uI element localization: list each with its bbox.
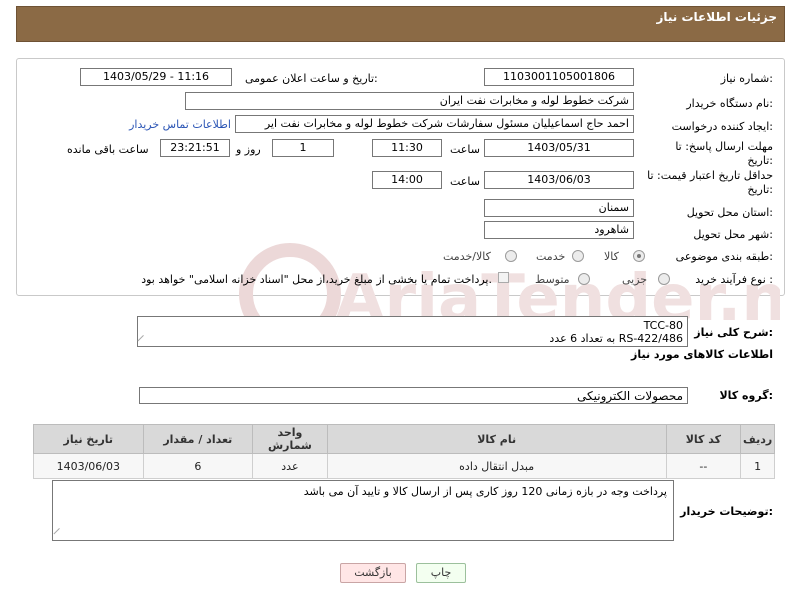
- creator-label: ایجاد کننده درخواست:: [671, 120, 773, 133]
- summary-textarea[interactable]: TCC-80 RS-422/486 به تعداد 6 عدد: [137, 316, 688, 347]
- reply-deadline-label-2: تاریخ:: [747, 154, 773, 167]
- category-radio-service[interactable]: [572, 250, 584, 262]
- cell-name: مبدل انتقال داده: [326, 453, 667, 479]
- price-date-field: 1403/06/03: [484, 171, 634, 189]
- days-field: 1: [272, 139, 334, 157]
- category-radio-goods-service[interactable]: [505, 250, 517, 262]
- city-field: شاهرود: [484, 221, 634, 239]
- buyer-notes-label: توضیحات خریدار:: [680, 505, 773, 518]
- col-row-header: ردیف: [740, 424, 775, 454]
- purchase-type-label: نوع فرآیند خرید :: [695, 273, 773, 286]
- reply-date-field: 1403/05/31: [484, 139, 634, 157]
- purchase-radio-medium[interactable]: [578, 273, 590, 285]
- cell-need-date: 1403/06/03: [33, 453, 144, 479]
- need-number-label: شماره نیاز:: [720, 72, 773, 85]
- city-label: شهر محل تحویل:: [693, 228, 773, 241]
- col-unit-header: واحد شمارش: [252, 424, 328, 454]
- days-label: روز و: [236, 143, 261, 156]
- province-field: سمنان: [484, 199, 634, 217]
- remaining-time-label: ساعت باقی مانده: [67, 143, 149, 156]
- buyer-contact-link[interactable]: اطلاعات تماس خریدار: [129, 118, 231, 131]
- treasury-payment-note: پرداخت تمام یا بخشی از مبلغ خرید،از محل …: [141, 273, 492, 286]
- col-qty-header: تعداد / مقدار: [142, 424, 254, 454]
- col-name-header: نام کالا: [326, 424, 667, 454]
- cell-code: --: [665, 453, 742, 479]
- announce-field: 1403/05/29 - 11:16: [80, 68, 232, 86]
- creator-field: احمد حاج اسماعیلیان مسئول سفارشات شرکت خ…: [235, 115, 634, 133]
- buyer-notes-textarea[interactable]: پرداخت وجه در بازه زمانی 120 روز کاری پس…: [52, 480, 674, 541]
- summary-line-1: TCC-80: [643, 319, 683, 332]
- goods-group-label: گروه کالا:: [719, 389, 773, 402]
- cell-row-number: 1: [740, 453, 775, 479]
- reply-time-label: ساعت: [450, 143, 480, 156]
- page-title: جزئیات اطلاعات نیاز: [656, 10, 777, 24]
- items-table: ردیف کد کالا نام کالا واحد شمارش تعداد /…: [33, 424, 775, 479]
- items-table-header: ردیف کد کالا نام کالا واحد شمارش تعداد /…: [33, 424, 775, 454]
- category-option-goods-service: کالا/خدمت: [443, 250, 491, 263]
- category-option-service: خدمت: [536, 250, 566, 263]
- treasury-payment-checkbox[interactable]: [498, 272, 509, 283]
- category-radio-goods[interactable]: [633, 250, 645, 262]
- purchase-option-medium: متوسط: [535, 273, 570, 286]
- print-button[interactable]: چاپ: [416, 563, 466, 583]
- remaining-time-field: 23:21:51: [160, 139, 230, 157]
- back-button[interactable]: بازگشت: [340, 563, 406, 583]
- goods-section-title: اطلاعات کالاهای مورد نیاز: [631, 348, 773, 361]
- price-time-label: ساعت: [450, 175, 480, 188]
- need-number-field: 1103001105001806: [484, 68, 634, 86]
- buyer-org-field: شرکت خطوط لوله و مخابرات نفت ایران: [185, 92, 634, 110]
- summary-line-2: RS-422/486 به تعداد 6 عدد: [549, 332, 683, 345]
- goods-group-field: محصولات الکترونیکی: [139, 387, 688, 404]
- cell-unit: عدد: [252, 453, 328, 479]
- province-label: استان محل تحویل:: [686, 206, 773, 219]
- purchase-radio-minor[interactable]: [658, 273, 670, 285]
- category-option-goods: کالا: [604, 250, 619, 263]
- cell-quantity: 6: [142, 453, 254, 479]
- buyer-org-label: نام دستگاه خریدار:: [686, 97, 773, 110]
- category-label: طبقه بندی موضوعی:: [675, 250, 773, 263]
- summary-label: شرح کلی نیاز:: [694, 326, 773, 339]
- price-validity-label-1: حداقل تاریخ اعتبار قیمت: تا: [647, 169, 773, 182]
- col-code-header: کد کالا: [665, 424, 742, 454]
- reply-time-field: 11:30: [372, 139, 442, 157]
- reply-deadline-label-1: مهلت ارسال پاسخ: تا: [675, 140, 773, 153]
- table-row: 1 -- مبدل انتقال داده عدد 6 1403/06/03: [33, 453, 775, 479]
- announce-label: تاریخ و ساعت اعلان عمومی:: [245, 72, 378, 85]
- col-date-header: تاریخ نیاز: [33, 424, 144, 454]
- price-time-field: 14:00: [372, 171, 442, 189]
- purchase-option-minor: جزیی: [622, 273, 648, 286]
- buyer-notes-text: پرداخت وجه در بازه زمانی 120 روز کاری پس…: [303, 485, 667, 498]
- price-validity-label-2: تاریخ:: [747, 183, 773, 196]
